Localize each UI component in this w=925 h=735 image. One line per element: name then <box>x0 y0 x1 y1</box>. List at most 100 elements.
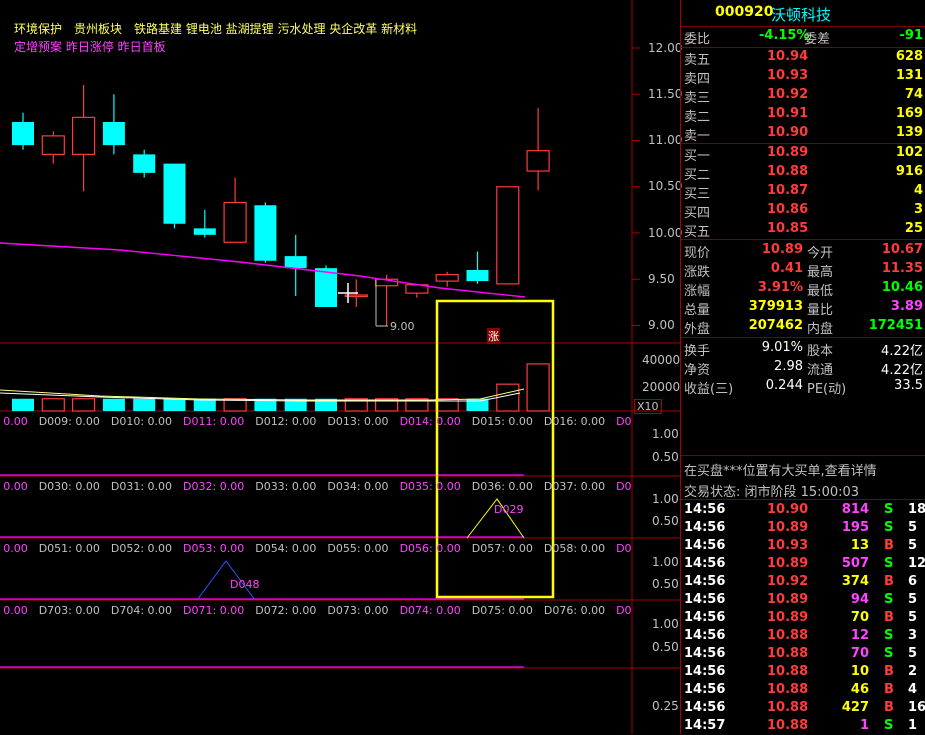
tick-price: 10.89 <box>767 592 809 607</box>
tick-volume: 13 <box>850 538 869 553</box>
quote-label: 今开 <box>807 246 834 261</box>
stock-name[interactable]: 沃顿科技 <box>771 4 831 25</box>
tick-row: 14:56 10.92 374 B 6 <box>681 573 925 591</box>
tick-count: 4 <box>908 682 918 697</box>
indicator-axis-label: 1.00 <box>652 555 679 569</box>
ask-label: 卖二 <box>684 110 711 125</box>
quote-value: 3.91% <box>757 280 803 295</box>
indicator-label: D037: 0.00 <box>543 480 606 493</box>
quote-row: 现价 10.89 今开 10.67 <box>681 241 925 261</box>
indicator-label: D015: 0.00 <box>471 415 533 428</box>
indicator-label: D077 <box>616 604 632 617</box>
indicator-label: : 0.00 <box>0 415 28 428</box>
volume-axis-label: 40000 <box>642 353 681 367</box>
volume-bar-up <box>41 398 65 412</box>
indicator-label: D016: 0.00 <box>543 415 606 428</box>
indicator-axis-label: 0.50 <box>652 514 679 528</box>
ask-row: 卖四 10.93 131 <box>681 67 925 87</box>
tick-side: S <box>884 520 894 535</box>
tick-count: 2 <box>908 664 918 679</box>
tick-volume: 10 <box>850 664 869 679</box>
tick-side: B <box>884 682 894 697</box>
tick-row: 14:56 10.93 13 B 5 <box>681 537 925 555</box>
fund-value: 0.244 <box>765 378 803 393</box>
bid-label: 买一 <box>684 149 711 164</box>
tick-count: 12 <box>908 556 925 571</box>
candle-body-up <box>526 150 550 172</box>
kline-chart-area[interactable]: 环境保护 贵州板块 铁路基建 锂电池 盐湖提锂 污水处理 央企改革 新材料 定增… <box>0 0 683 734</box>
tick-price: 10.89 <box>767 610 809 625</box>
bid-price: 10.88 <box>767 164 809 179</box>
tick-side: S <box>884 556 894 571</box>
tick-volume: 94 <box>850 592 869 607</box>
low-price-marker: 9.00 <box>390 320 415 333</box>
panel-divider <box>680 0 681 734</box>
tick-time: 14:56 <box>684 538 726 553</box>
ask-volume: 131 <box>895 68 923 83</box>
volume-bar-down <box>133 398 156 411</box>
tick-side: B <box>884 538 894 553</box>
weibi-value: -4.15% <box>759 28 810 43</box>
price-axis-label: 10.50 <box>648 179 683 193</box>
tick-price: 10.93 <box>767 538 809 553</box>
tick-row: 14:56 10.90 814 S 18 <box>681 501 925 519</box>
indicator-label: : 0.00 <box>0 542 28 555</box>
ask-price: 10.92 <box>767 87 809 102</box>
indicator-label: D010: 0.00 <box>110 415 173 428</box>
tick-count: 3 <box>908 628 918 643</box>
indicator-label: D053: 0.00 <box>183 542 245 555</box>
big-order-notice[interactable]: 在买盘***位置有大买单,查看详情 <box>684 460 877 479</box>
volume-unit-badge: X10 <box>634 399 662 414</box>
tick-side: B <box>884 610 894 625</box>
ask-row: 卖二 10.91 169 <box>681 105 925 125</box>
tick-price: 10.89 <box>767 520 809 535</box>
weicha-label: 委差 <box>804 32 831 47</box>
tick-volume: 507 <box>841 556 869 571</box>
tick-count: 16 <box>908 700 925 715</box>
ask-volume: 628 <box>895 49 923 64</box>
candle-body-down <box>254 205 277 261</box>
tick-price: 10.88 <box>767 718 809 733</box>
tick-time: 14:57 <box>684 718 726 733</box>
kline-chart-canvas[interactable] <box>0 0 680 734</box>
quote-label: 量比 <box>807 303 834 318</box>
tick-volume: 1 <box>859 718 869 733</box>
ask-price: 10.94 <box>767 49 809 64</box>
ask-row: 卖五 10.94 628 <box>681 48 925 68</box>
indicator-label: D017 <box>616 415 632 428</box>
indicator-label: D073: 0.00 <box>327 604 389 617</box>
tick-volume: 374 <box>841 574 869 589</box>
indicator-label: D036: 0.00 <box>471 480 533 493</box>
volume-bar-down <box>12 398 34 411</box>
indicator-label: D056: 0.00 <box>399 542 461 555</box>
quote-label: 内盘 <box>807 322 834 337</box>
indicator-row: : 0.00 D030: 0.00 D031: 0.00 D032: 0.00 D033… <box>0 480 632 494</box>
tick-count: 5 <box>908 646 918 661</box>
candle-body-down <box>284 256 307 269</box>
stock-code[interactable]: 000920 <box>715 4 773 20</box>
candle-body-down <box>193 228 216 235</box>
volume-bar-up <box>71 398 96 412</box>
quote-value: 10.67 <box>881 242 923 257</box>
indicator-axis-label: 0.50 <box>652 577 679 591</box>
tick-row: 14:56 10.89 507 S 12 <box>681 555 925 573</box>
quote-value: 10.89 <box>761 242 803 257</box>
quote-value: 172451 <box>868 318 923 333</box>
fund-value: 2.98 <box>774 359 803 374</box>
quote-value: 207462 <box>748 318 803 333</box>
indicator-label: D030: 0.00 <box>38 480 100 493</box>
volume-bar-up <box>526 363 550 412</box>
price-axis-label: 10.00 <box>648 226 683 240</box>
tick-time: 14:56 <box>684 592 726 607</box>
price-axis-label: 11.50 <box>648 87 683 101</box>
tick-time: 14:56 <box>684 700 726 715</box>
ask-volume: 139 <box>895 125 923 140</box>
fund-label: 净资 <box>684 363 711 378</box>
tick-price: 10.88 <box>767 628 809 643</box>
tick-count: 1 <box>908 718 918 733</box>
quote-row: 外盘 207462 内盘 172451 <box>681 317 925 337</box>
price-axis-label: 12.00 <box>648 41 683 55</box>
candle-body-down <box>163 163 186 224</box>
tick-time: 14:56 <box>684 574 726 589</box>
tick-time: 14:56 <box>684 682 726 697</box>
